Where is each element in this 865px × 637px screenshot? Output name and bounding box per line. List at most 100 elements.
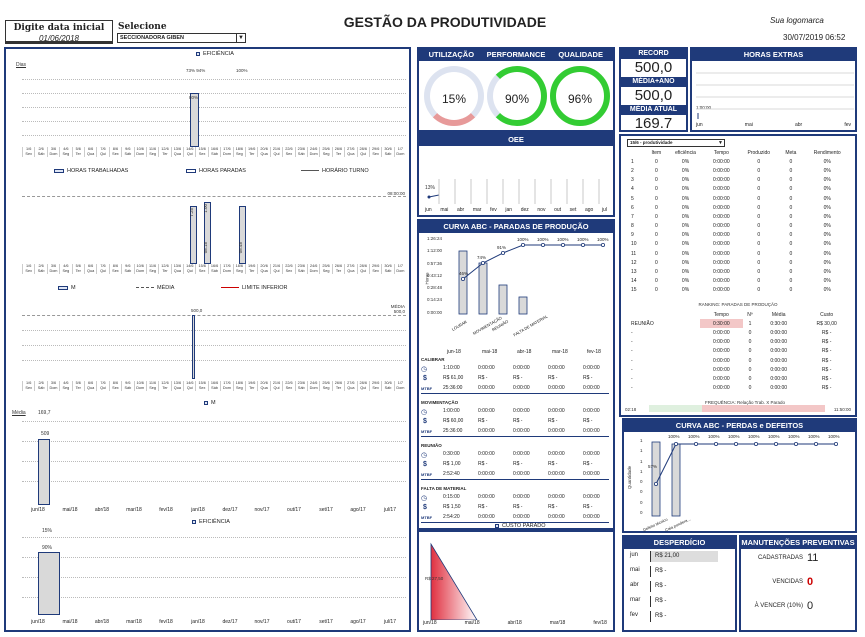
date-value-field[interactable]: 01/06/2018 [6, 34, 112, 43]
table-cell: 11 [631, 250, 637, 257]
table-cell: 0 [654, 177, 658, 184]
stop-cost-value: R$ - [548, 504, 558, 510]
day-label: 20/6 Qua [257, 381, 269, 391]
ranking-header-cell: Média [771, 311, 786, 318]
table-cell: 6 [631, 204, 634, 211]
month-label: jul/17 [384, 507, 396, 513]
media-atual-label: MÉDIA ATUAL [621, 105, 686, 115]
stop-cost-value: R$ - [478, 418, 488, 424]
chart4-bar [38, 439, 50, 505]
machine-select[interactable]: SECCIONADORA GIBEN ▼ [117, 33, 246, 43]
abc-y-tick: 1:12:00 [427, 248, 443, 254]
table-cell: 0% [681, 232, 690, 239]
table-cell: 0% [823, 259, 831, 266]
stop-time-value: 0:00:00 [548, 365, 565, 371]
table-cell: 0 [654, 167, 658, 174]
day-label: 2/6 Sáb [34, 381, 46, 391]
abc-pct-label: 100% [517, 237, 529, 242]
oee-month-label: jan [505, 207, 513, 213]
stop-time-value: 0:00:00 [583, 365, 600, 371]
table-cell: 0% [823, 250, 831, 257]
day-label: 1/7 Dom [393, 147, 406, 157]
stop-block-name: MOVIMENTAÇÃO [421, 400, 459, 405]
freq-left: 02:18 [625, 407, 637, 412]
stop-month-header: fev-18 [587, 349, 601, 355]
ranking-cell: 0:00:00 [712, 357, 730, 364]
table-cell: 8 [631, 223, 634, 230]
clock-icon: ◷ [421, 495, 428, 502]
table-cell: 0 [654, 250, 658, 257]
month-label: jan/18 [191, 619, 205, 625]
day-label: 20/6 Qua [257, 147, 269, 157]
month-label: jan/18 [191, 507, 205, 513]
waste-value: R$ - [650, 596, 666, 607]
oee-month-label: nov [537, 207, 546, 213]
day-label: 4/6 Seg [59, 147, 71, 157]
stop-mttr-value: 2:54:20 [443, 514, 460, 520]
day-label: 3/6 Dom [46, 147, 59, 157]
table-cell: 0 [789, 259, 793, 266]
day-label: 9/6 Sáb [121, 381, 133, 391]
abc-losses-title: CURVA ABC - PERDAS e DEFEITOS [624, 420, 855, 432]
day-axis-2: 1/6 Sex 2/6 Sáb 3/6 Dom 4/6 Seg 5/6 Ter 6/6 Q… [22, 264, 406, 274]
stop-time-value: 0:00:00 [583, 494, 600, 500]
losses-pct-label: 100% [688, 434, 700, 439]
table-cell: 0:00:00 [713, 223, 730, 230]
table-cell: 0 [757, 278, 761, 285]
oee-month-label: ago [584, 207, 594, 213]
month-label: fev/18 [159, 507, 173, 513]
cost-month-label: abr/18 [507, 620, 522, 626]
table-row: 15 0 0% 0:00:00 0 0 0% [625, 286, 853, 295]
stop-mttr-value: 0:00:00 [478, 385, 495, 391]
ranking-cell: - [631, 329, 633, 336]
oee-panel: OEE 13% jun mai abr mar fev jan dez nov out set ag… [417, 132, 615, 217]
day-label: 11/6 Seg [145, 147, 158, 157]
day-label: 28/6 Qui [356, 264, 369, 274]
table-cell: 0 [789, 177, 793, 184]
stop-mttr-value: 0:00:00 [548, 385, 565, 391]
stop-cost-value: R$ 1,00 [443, 461, 461, 467]
ranking-cell: R$ - [821, 366, 832, 373]
oee-month-axis: jun mai abr mar fev jan dez nov out set ago jul [425, 207, 607, 213]
losses-pct-label: 57% [648, 464, 658, 469]
chevron-down-icon[interactable]: ▼ [718, 140, 724, 146]
chevron-down-icon[interactable]: ▼ [236, 34, 245, 42]
day-label: 30/6 Sáb [381, 264, 393, 274]
table-cell: 1 [631, 158, 634, 165]
mtbf-label: MTBF [421, 386, 433, 391]
table-cell: 0 [654, 158, 658, 165]
day-label: 10/6 Dom [133, 264, 146, 274]
month-label: jun/18 [31, 619, 45, 625]
freq-label: FREQUÊNCIA: Relação Trab. X Parado [705, 400, 786, 405]
axis-label-days: Dias [16, 62, 27, 68]
day-label: 12/6 Ter [158, 147, 170, 157]
table-cell: 0:00:00 [713, 177, 730, 184]
day-label: 28/6 Qui [356, 147, 369, 157]
clock-icon: ◷ [421, 409, 428, 416]
day-label: 5/6 Ter [71, 264, 84, 274]
table-cell: 0 [654, 259, 658, 266]
day-label: 30/6 Sáb [381, 381, 393, 391]
gauge-utilizacao-value: 15% [441, 92, 467, 106]
day-label: 15/6 Sex [195, 264, 207, 274]
ranking-cell: 0:00:00 [770, 329, 788, 336]
maintenance-label: CADASTRADAS [757, 555, 803, 561]
legend-media: MÉDIA [157, 285, 175, 291]
chart1-bar-label: 80% [189, 95, 199, 100]
stop-month-header: jun-18 [447, 349, 461, 355]
ranking-cell: 0 [748, 339, 752, 346]
month-axis-1: jun/18 mai/18 abr/18 mar/18 fev/18 jan/18 dez/… [22, 507, 406, 513]
day-label: 27/6 Qua [344, 264, 356, 274]
month-label: mar/18 [126, 619, 142, 625]
oee-title: OEE [419, 134, 613, 146]
losses-y-tick: 1 [640, 458, 643, 464]
ranking-title: RANKING: PARADAS DE PRODUÇÃO [698, 302, 778, 307]
stop-mttr-value: 0:00:00 [513, 428, 530, 434]
table-cell: 0 [757, 204, 761, 211]
maintenance-label: VENCIDAS [772, 579, 803, 585]
stop-time-value: 1:10:00 [443, 365, 460, 371]
hours-chart: 08:00:00 7:25 1:00 08:18 08:48 1/6 Sex 2/… [6, 186, 409, 298]
day-label: 6/6 Qua [83, 147, 96, 157]
oee-line-chart [427, 179, 600, 204]
table-filter-select[interactable]: 15/6 - produtividade ▼ [627, 139, 725, 147]
